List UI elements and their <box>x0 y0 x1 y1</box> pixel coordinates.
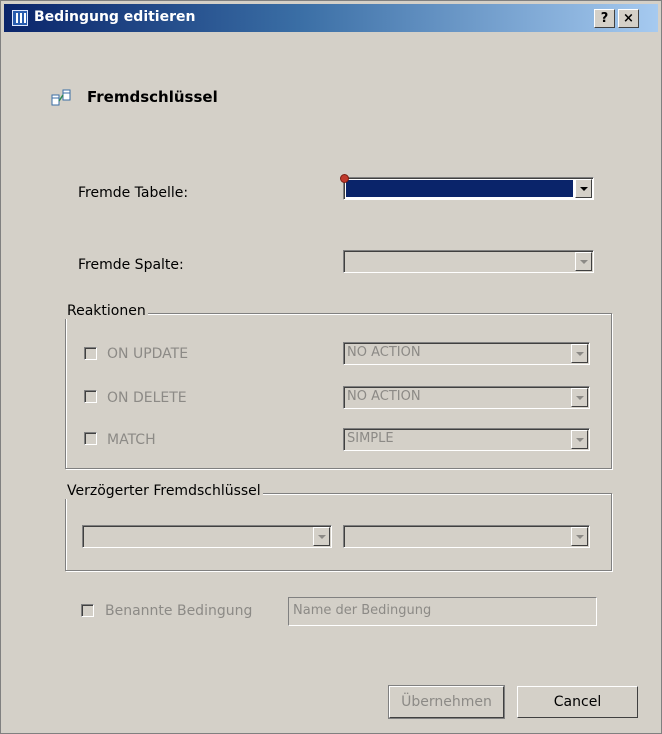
chevron-down-icon[interactable] <box>571 527 588 546</box>
deferred-select-1[interactable] <box>82 525 332 548</box>
foreign-column-label: Fremde Spalte: <box>78 257 184 273</box>
chevron-down-icon[interactable] <box>571 344 588 363</box>
on-update-select[interactable]: NO ACTION <box>343 342 590 365</box>
match-label: MATCH <box>107 432 156 448</box>
deferred-legend: Verzögerter Fremdschlüssel <box>65 483 263 499</box>
section-title: Fremdschlüssel <box>87 88 218 106</box>
named-condition-checkbox[interactable] <box>81 604 94 617</box>
foreign-table-selection <box>346 180 573 197</box>
chevron-down-icon[interactable] <box>575 252 592 271</box>
foreign-table-select[interactable] <box>343 177 594 200</box>
close-button[interactable]: × <box>618 9 639 28</box>
on-delete-label: ON DELETE <box>107 390 187 406</box>
on-update-checkbox[interactable] <box>84 347 97 360</box>
reactions-legend: Reaktionen <box>65 303 148 319</box>
named-condition-label: Benannte Bedingung <box>105 603 253 619</box>
chevron-down-icon[interactable] <box>575 179 592 198</box>
foreign-table-label: Fremde Tabelle: <box>78 185 189 201</box>
table-icon <box>12 10 28 26</box>
deferred-select-2[interactable] <box>343 525 590 548</box>
edit-condition-dialog: Bedingung editieren ? × Fremdschlüssel F… <box>0 0 662 734</box>
on-delete-select[interactable]: NO ACTION <box>343 386 590 409</box>
match-checkbox[interactable] <box>84 432 97 445</box>
apply-button[interactable]: Übernehmen <box>388 685 505 719</box>
required-indicator-icon <box>340 174 349 183</box>
foreign-key-icon <box>51 89 71 106</box>
foreign-column-select[interactable] <box>343 250 594 273</box>
cancel-button[interactable]: Cancel <box>517 686 638 718</box>
chevron-down-icon[interactable] <box>313 527 330 546</box>
chevron-down-icon[interactable] <box>571 430 588 449</box>
chevron-down-icon[interactable] <box>571 388 588 407</box>
help-button[interactable]: ? <box>594 9 615 28</box>
window-title: Bedingung editieren <box>34 9 196 25</box>
on-delete-checkbox[interactable] <box>84 390 97 403</box>
on-update-label: ON UPDATE <box>107 346 189 362</box>
condition-name-input[interactable]: Name der Bedingung <box>288 597 597 626</box>
title-bar[interactable]: Bedingung editieren ? × <box>4 4 658 32</box>
match-select[interactable]: SIMPLE <box>343 428 590 451</box>
